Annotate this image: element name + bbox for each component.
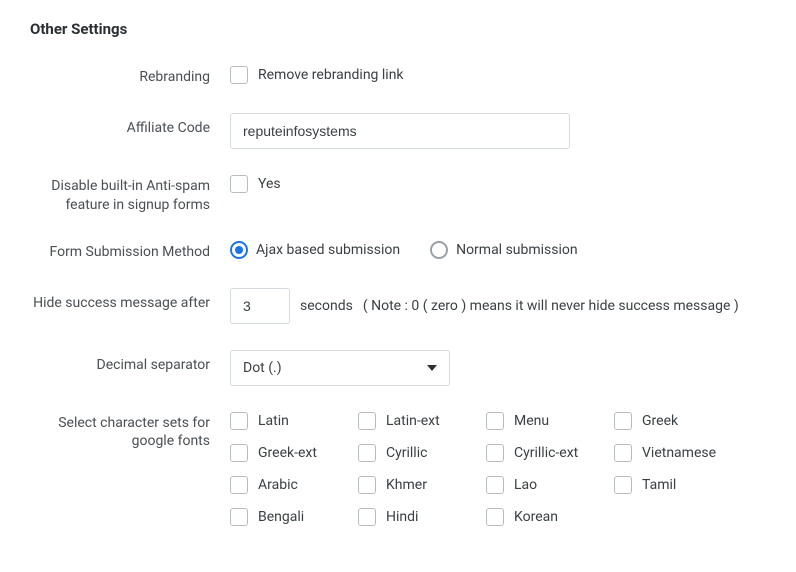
charset-item: Cyrillic [358,444,486,462]
checkbox-rebranding[interactable] [230,66,248,84]
checkbox-charset-greek-ext[interactable] [230,444,248,462]
hide-success-note: ( Note : 0 ( zero ) means it will never … [363,298,739,314]
charset-item: Greek [614,412,742,430]
charset-label: Cyrillic [386,445,427,461]
charset-label: Bengali [258,509,304,525]
checkbox-charset-bengali[interactable] [230,508,248,526]
row-submission: Form Submission Method Ajax based submis… [30,241,766,262]
label-decimal: Decimal separator [30,350,230,375]
row-antispam: Disable built-in Anti-spam feature in si… [30,175,766,215]
charset-label: Korean [514,509,558,525]
charset-item: Cyrillic-ext [486,444,614,462]
checkbox-rebranding-label: Remove rebranding link [258,67,404,83]
charset-label: Hindi [386,509,418,525]
charset-item: Khmer [358,476,486,494]
charset-label: Khmer [386,477,427,493]
charset-item: Tamil [614,476,742,494]
checkbox-charset-arabic[interactable] [230,476,248,494]
charset-label: Menu [514,413,549,429]
caret-down-icon [427,365,437,371]
checkbox-charset-latin-ext[interactable] [358,412,376,430]
checkbox-charset-hindi[interactable] [358,508,376,526]
charset-item: Bengali [230,508,358,526]
radio-normal-label: Normal submission [456,242,578,258]
charset-item: Menu [486,412,614,430]
checkbox-antispam[interactable] [230,175,248,193]
charset-row: Arabic Khmer Lao Tamil [230,476,742,494]
checkbox-antispam-label: Yes [258,176,281,192]
select-decimal[interactable]: Dot (.) [230,350,450,386]
charset-row: Greek-ext Cyrillic Cyrillic-ext Vietnamese [230,444,742,462]
checkbox-charset-cyrillic[interactable] [358,444,376,462]
row-rebranding: Rebranding Remove rebranding link [30,66,766,87]
label-charsets: Select character sets for google fonts [30,412,230,452]
input-hide-seconds[interactable] [230,288,290,324]
checkbox-charset-cyrillic-ext[interactable] [486,444,504,462]
checkbox-charset-vietnamese[interactable] [614,444,632,462]
charset-label: Latin [258,413,289,429]
label-hide-success: Hide success message after [30,288,230,313]
charset-item: Hindi [358,508,486,526]
charset-item: Korean [486,508,614,526]
checkbox-charset-greek[interactable] [614,412,632,430]
charset-label: Greek-ext [258,445,317,461]
charsets-grid: Latin Latin-ext Menu Greek Greek-ext Cyrillic… [230,412,742,526]
label-affiliate: Affiliate Code [30,113,230,138]
label-antispam: Disable built-in Anti-spam feature in si… [30,175,230,215]
charset-label: Tamil [642,477,676,493]
charset-item: Greek-ext [230,444,358,462]
radio-ajax-label: Ajax based submission [256,242,400,258]
checkbox-charset-tamil[interactable] [614,476,632,494]
row-affiliate: Affiliate Code [30,113,766,149]
row-charsets: Select character sets for google fonts L… [30,412,766,526]
charset-label: Lao [514,477,537,493]
charset-item: Lao [486,476,614,494]
radio-normal[interactable] [430,241,448,259]
charset-label: Vietnamese [642,445,716,461]
charset-label: Arabic [258,477,298,493]
label-rebranding: Rebranding [30,66,230,87]
charset-item: Latin-ext [358,412,486,430]
charset-item: Vietnamese [614,444,742,462]
hide-success-unit: seconds [300,298,353,314]
checkbox-charset-khmer[interactable] [358,476,376,494]
checkbox-charset-menu[interactable] [486,412,504,430]
checkbox-charset-latin[interactable] [230,412,248,430]
checkbox-charset-lao[interactable] [486,476,504,494]
charset-row: Bengali Hindi Korean [230,508,742,526]
charset-label: Latin-ext [386,413,440,429]
charset-item: Latin [230,412,358,430]
row-hide-success: Hide success message after seconds ( Not… [30,288,766,324]
select-decimal-value: Dot (.) [243,360,282,376]
checkbox-charset-korean[interactable] [486,508,504,526]
section-title: Other Settings [30,20,766,38]
charset-label: Cyrillic-ext [514,445,578,461]
input-affiliate-code[interactable] [230,113,570,149]
charset-row: Latin Latin-ext Menu Greek [230,412,742,430]
label-submission: Form Submission Method [30,241,230,262]
charset-item: Arabic [230,476,358,494]
radio-ajax[interactable] [230,241,248,259]
charset-label: Greek [642,413,678,429]
row-decimal: Decimal separator Dot (.) [30,350,766,386]
